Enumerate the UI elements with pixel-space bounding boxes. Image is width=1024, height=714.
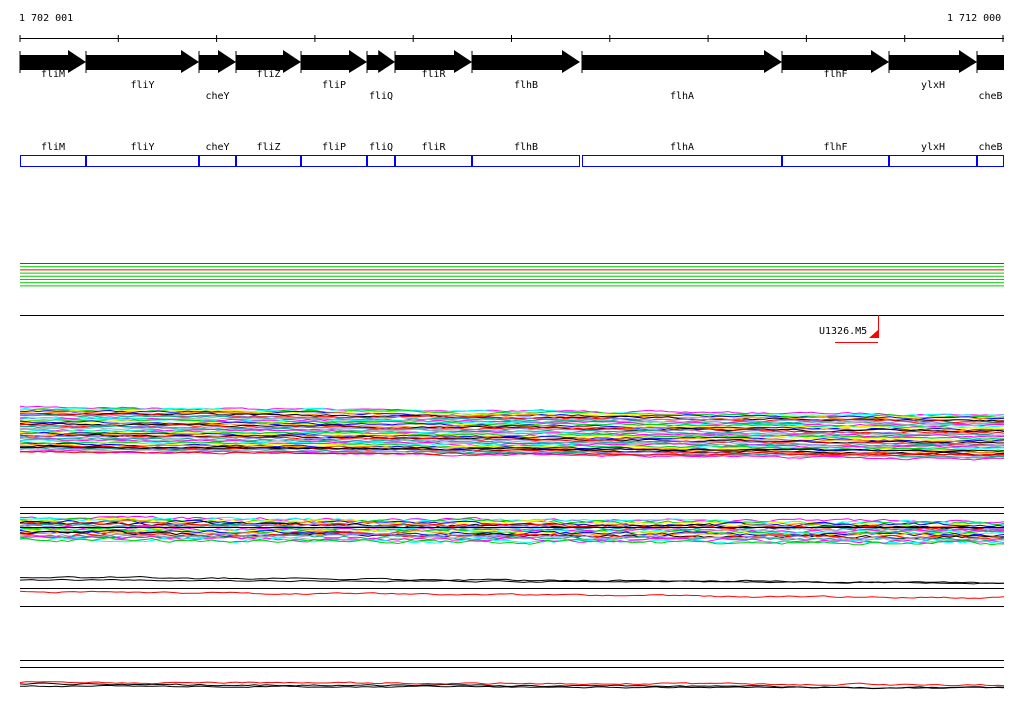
gene-box-flhA [582,155,782,167]
gene-label-flhB[interactable]: flhB [514,80,538,91]
gene-arrow-fliQ [367,50,395,73]
gene-label-fliZ[interactable]: fliZ [257,69,281,80]
gene-box-label-cheY[interactable]: cheY [206,142,230,153]
gene-arrow-fliY [86,50,199,73]
signal-trace [19,681,1005,687]
gene-label-cheY[interactable]: cheY [206,91,230,102]
gene-label-ylxH[interactable]: ylxH [921,80,945,91]
gene-box-cheB [977,155,1004,167]
tracks-canvas [19,35,1005,690]
gene-box-label-fliY[interactable]: fliY [131,142,155,153]
marker-flag-icon [869,330,878,338]
gene-arrow-cheY [199,50,236,73]
marker-label[interactable]: U1326.M5 [819,326,867,337]
gene-box-fliR [395,155,472,167]
gene-label-fliQ[interactable]: fliQ [369,91,393,102]
gene-box-label-cheB[interactable]: cheB [979,142,1003,153]
gene-box-label-ylxH[interactable]: ylxH [921,142,945,153]
gene-arrow-flhB [472,50,580,73]
gene-arrow-ylxH [889,50,977,73]
gene-label-flhA[interactable]: flhA [670,91,694,102]
gene-label-flhF[interactable]: flhF [824,69,848,80]
gene-box-label-fliP[interactable]: fliP [322,142,346,153]
gene-label-cheB[interactable]: cheB [979,91,1003,102]
gene-label-fliR[interactable]: fliR [422,69,446,80]
gene-label-fliY[interactable]: fliY [131,80,155,91]
gene-box-label-fliQ[interactable]: fliQ [369,142,393,153]
gene-box-label-fliR[interactable]: fliR [422,142,446,153]
gene-box-label-flhF[interactable]: flhF [824,142,848,153]
signal-trace [19,590,1005,599]
gene-box-label-fliM[interactable]: fliM [41,142,65,153]
gene-arrow-cheB [977,55,1004,70]
gene-box-cheY [199,155,236,167]
gene-label-fliP[interactable]: fliP [322,80,346,91]
gene-box-flhF [782,155,889,167]
gene-box-fliP [301,155,367,167]
gene-box-fliQ [367,155,395,167]
gene-box-label-flhA[interactable]: flhA [670,142,694,153]
gene-label-fliM[interactable]: fliM [41,69,65,80]
gene-box-label-flhB[interactable]: flhB [514,142,538,153]
gene-box-label-fliZ[interactable]: fliZ [257,142,281,153]
signal-trace [20,684,1005,689]
gene-box-fliY [86,155,199,167]
gene-box-flhB [472,155,580,167]
genome-browser-view: 1 702 001 1 712 000 fliM fliM fliY fliY cheY… [0,0,1024,714]
gene-box-fliZ [236,155,301,167]
gene-box-fliM [20,155,86,167]
gene-arrow-flhA [582,50,782,73]
gene-arrow-fliP [301,50,367,73]
gene-box-ylxH [889,155,977,167]
